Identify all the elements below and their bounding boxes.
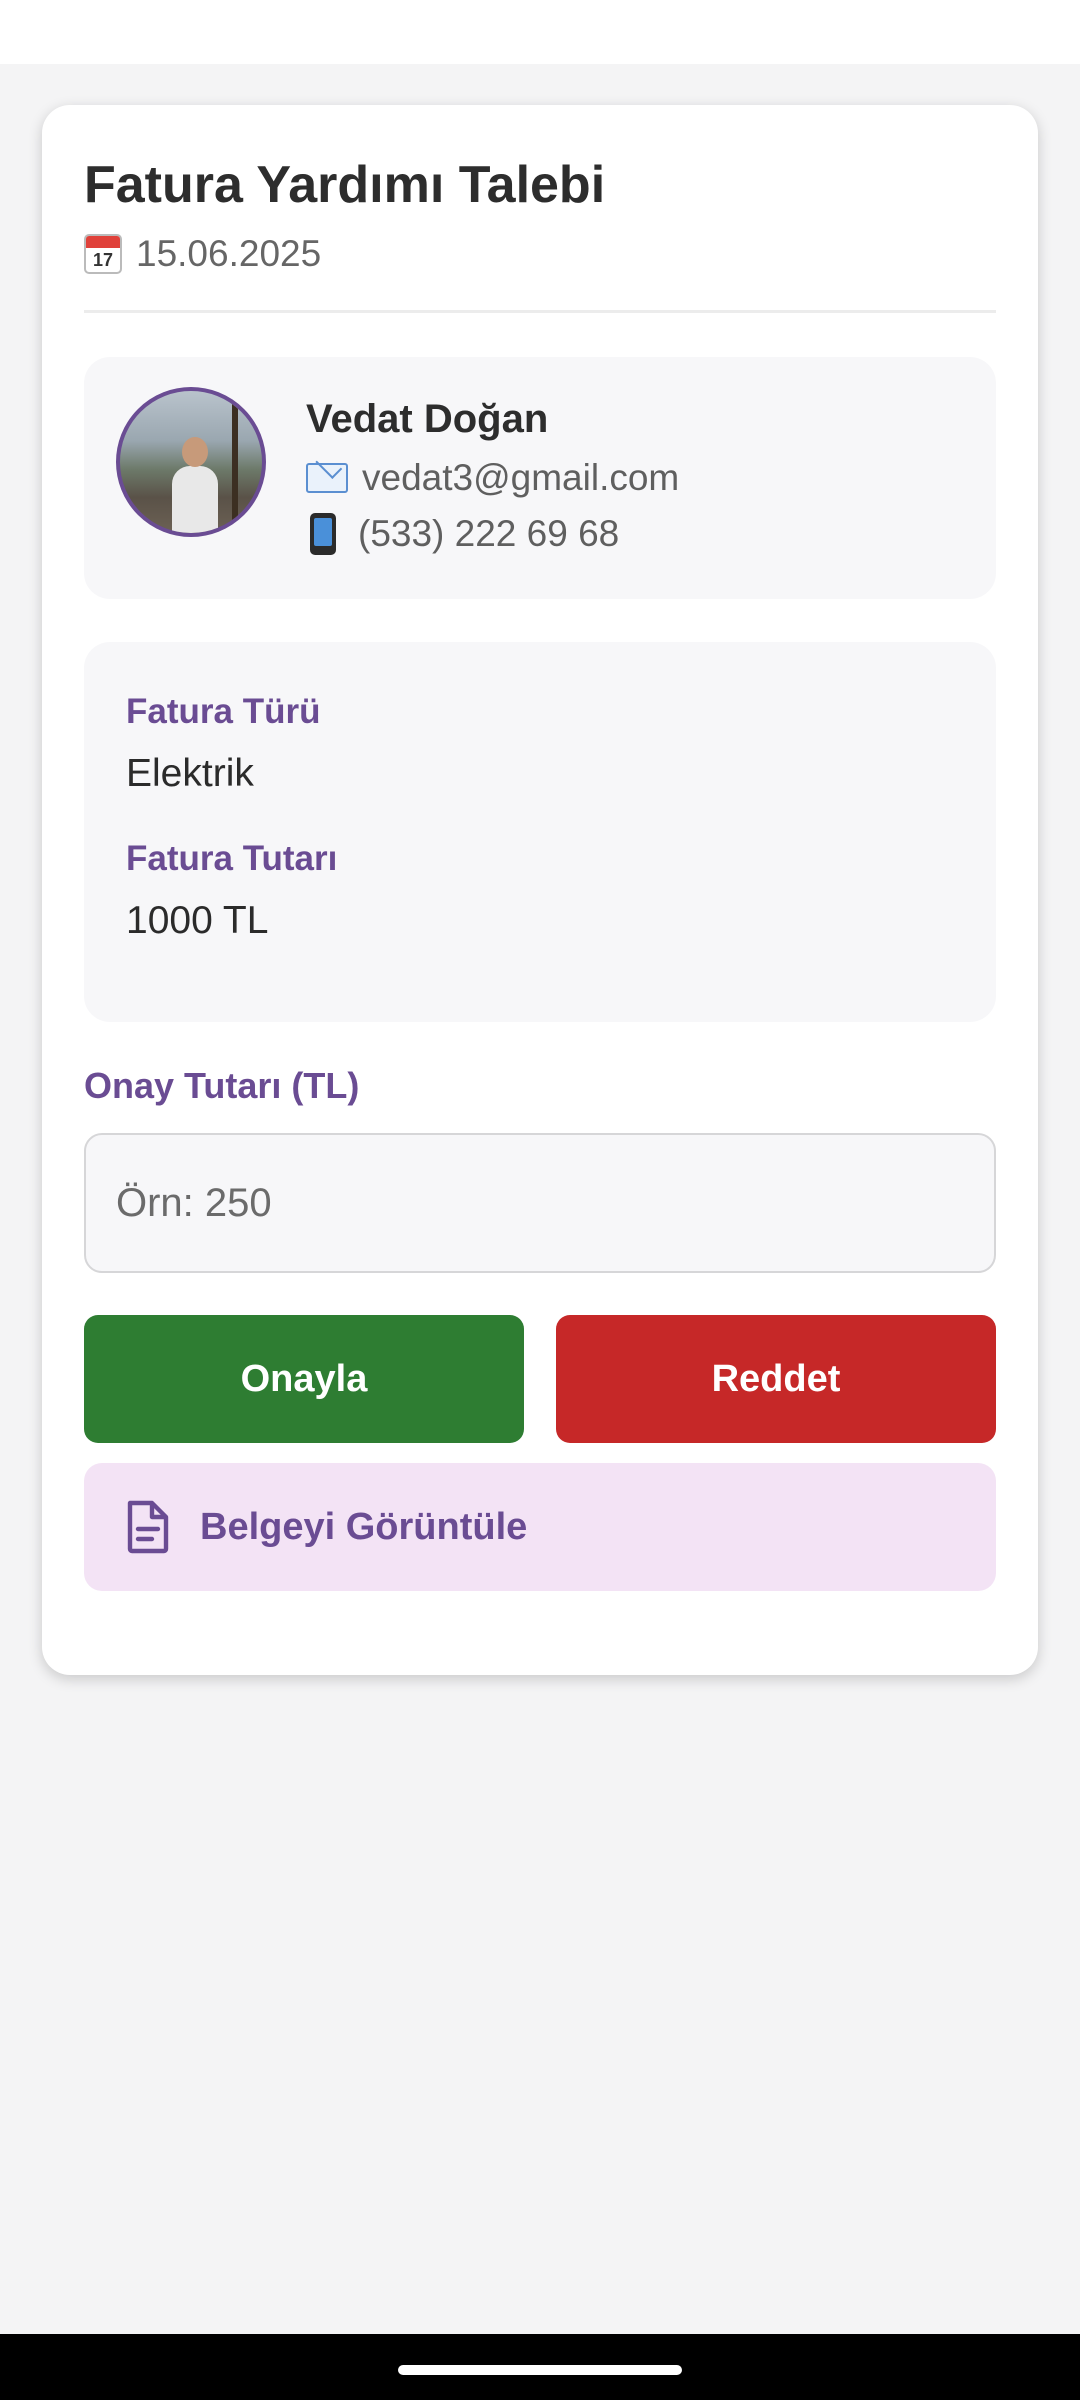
home-indicator[interactable]: [398, 2365, 682, 2375]
bill-amount-value: 1000 TL: [126, 899, 269, 942]
reject-button[interactable]: Reddet: [556, 1315, 996, 1443]
request-date: 17 15.06.2025: [84, 233, 321, 275]
view-document-label: Belgeyi Görüntüle: [200, 1505, 528, 1548]
bill-amount-label: Fatura Tutarı: [126, 839, 338, 878]
email-icon: [306, 463, 348, 493]
mobile-phone-icon: [310, 513, 336, 555]
status-bar: [0, 0, 1080, 64]
email-row: vedat3@gmail.com: [306, 457, 679, 499]
page-title: Fatura Yardımı Talebi: [84, 156, 606, 214]
bill-request-card: Fatura Yardımı Talebi 17 15.06.2025 Veda…: [42, 105, 1038, 1675]
document-icon: [127, 1500, 169, 1554]
applicant-profile: Vedat Doğan vedat3@gmail.com (533) 222 6…: [84, 357, 996, 599]
bill-type-value: Elektrik: [126, 752, 254, 795]
bill-details: Fatura Türü Elektrik Fatura Tutarı 1000 …: [84, 642, 996, 1022]
date-text: 15.06.2025: [136, 233, 322, 274]
applicant-phone: (533) 222 69 68: [358, 513, 620, 554]
calendar-icon-day: 17: [92, 250, 114, 270]
bill-type-label: Fatura Türü: [126, 692, 321, 731]
avatar: [116, 387, 266, 537]
applicant-name: Vedat Doğan: [306, 397, 549, 441]
applicant-email: vedat3@gmail.com: [362, 457, 680, 498]
approve-button[interactable]: Onayla: [84, 1315, 524, 1443]
calendar-icon: 17: [84, 234, 122, 274]
phone-row: (533) 222 69 68: [306, 513, 619, 555]
approval-amount-label: Onay Tutarı (TL): [84, 1065, 360, 1106]
divider: [84, 310, 996, 313]
view-document-button[interactable]: Belgeyi Görüntüle: [84, 1463, 996, 1591]
approval-amount-input[interactable]: [84, 1133, 996, 1273]
